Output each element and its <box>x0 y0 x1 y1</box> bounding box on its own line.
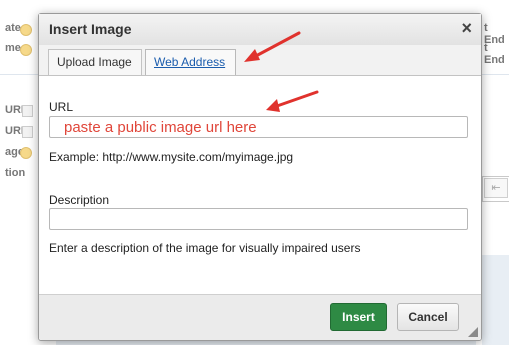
arrow-to-web-address-tab <box>244 31 301 62</box>
annotation-arrows <box>244 31 319 112</box>
arrow-to-url-field <box>266 90 319 112</box>
